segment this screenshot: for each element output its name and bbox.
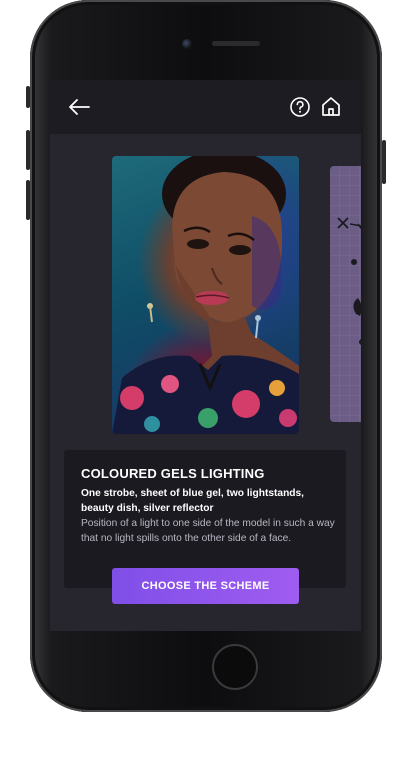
scheme-description: Position of a light to one side of the m… <box>81 518 335 544</box>
silent-switch <box>26 86 30 108</box>
volume-up-button <box>26 130 30 170</box>
back-arrow-icon[interactable] <box>66 96 92 118</box>
next-scheme-card[interactable] <box>330 166 361 422</box>
help-icon[interactable] <box>289 96 311 118</box>
scheme-title: COLOURED GELS LIGHTING <box>81 466 265 481</box>
choose-scheme-button[interactable]: CHOOSE THE SCHEME <box>112 568 299 604</box>
app-screen: COLOURED GELS LIGHTING One strobe, sheet… <box>50 80 361 631</box>
earpiece-speaker <box>212 41 260 46</box>
top-bar <box>50 80 361 134</box>
scheme-equipment: One strobe, sheet of blue gel, two light… <box>81 488 305 514</box>
power-button <box>382 140 386 184</box>
home-icon[interactable] <box>320 95 342 118</box>
portrait-photo-card[interactable] <box>112 156 299 434</box>
hardware-home-button[interactable] <box>212 644 258 690</box>
volume-down-button <box>26 180 30 220</box>
grid-diagram-illustration <box>330 166 361 422</box>
portrait-illustration <box>112 156 299 434</box>
front-camera <box>182 39 192 49</box>
